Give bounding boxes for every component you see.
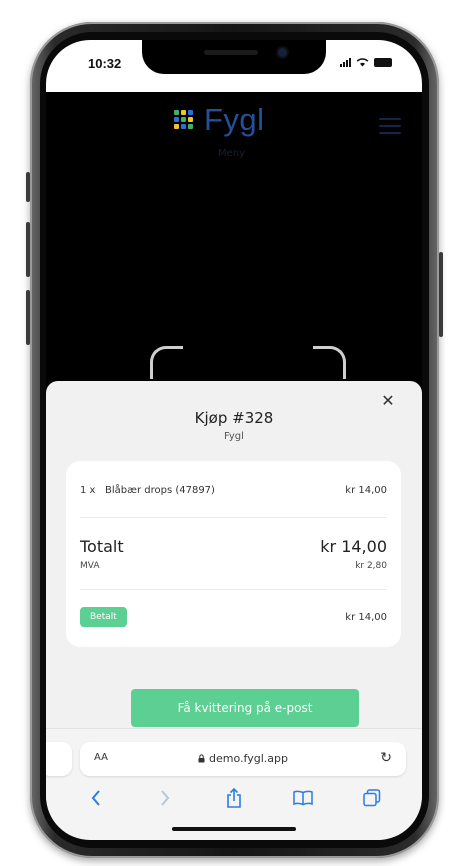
chevron-left-icon [92, 790, 101, 806]
fygl-logo-icon [174, 110, 193, 129]
browser-bar: AA demo.fygl.app ↻ [46, 728, 422, 840]
camera [278, 48, 287, 57]
merchant-name: Fygl [224, 431, 244, 442]
chevron-right-icon [161, 790, 170, 806]
share-icon [227, 788, 241, 808]
url-text: demo.fygl.app [209, 752, 288, 765]
app-subtitle: Meny [218, 148, 246, 159]
divider [80, 589, 387, 590]
volume-down-button [26, 290, 30, 345]
scanner-corner-tl [150, 346, 183, 379]
menu-icon[interactable] [379, 118, 401, 139]
bookmarks-button[interactable] [293, 788, 313, 808]
volume-up-button [26, 222, 30, 277]
phone-screen: 10:32 Fygl Meny ✕ Kjøp #328 Fygl 1 x Blå… [46, 40, 422, 840]
address-bar[interactable]: AA demo.fygl.app ↻ [80, 742, 406, 776]
vat-value: kr 2,80 [355, 561, 387, 571]
wifi-icon [356, 58, 369, 67]
divider [80, 517, 387, 518]
side-button [26, 172, 30, 202]
payment-row: Betalt kr 14,00 [80, 607, 387, 627]
email-receipt-button[interactable]: Få kvittering på e-post [131, 689, 359, 727]
status-icons [340, 57, 392, 67]
home-indicator [172, 827, 296, 831]
total-label: Totalt [80, 537, 124, 556]
battery-icon [374, 57, 392, 67]
previous-tab[interactable] [46, 742, 72, 776]
paid-amount: kr 14,00 [345, 611, 387, 623]
book-icon [293, 790, 313, 806]
address-url: demo.fygl.app [80, 752, 406, 765]
power-button [439, 252, 443, 337]
vat-label: MVA [80, 561, 100, 571]
paid-badge: Betalt [80, 607, 127, 627]
speaker-grille [204, 50, 258, 55]
app-brand-name: Fygl [204, 102, 265, 137]
back-button[interactable] [86, 788, 106, 808]
signal-icon [340, 57, 351, 67]
purchase-title: Kjøp #328 [194, 409, 274, 427]
forward-button[interactable] [155, 788, 175, 808]
vat-row: MVA kr 2,80 [80, 561, 387, 571]
line-item-name: Blåbær drops (47897) [105, 485, 215, 496]
line-item: 1 x Blåbær drops (47897) kr 14,00 [80, 485, 387, 496]
tabs-button[interactable] [362, 788, 382, 808]
lock-icon [198, 754, 205, 763]
scanner-corner-tr [313, 346, 346, 379]
total-value: kr 14,00 [320, 537, 387, 556]
line-item-price: kr 14,00 [345, 485, 387, 496]
line-item-qty: 1 x [80, 485, 96, 496]
receipt-card: 1 x Blåbær drops (47897) kr 14,00 Totalt… [66, 461, 401, 647]
reload-icon[interactable]: ↻ [380, 750, 392, 766]
share-button[interactable] [224, 788, 244, 808]
tabs-icon [362, 789, 380, 807]
total-row: Totalt kr 14,00 [80, 537, 387, 556]
line-item-desc: 1 x Blåbær drops (47897) [80, 485, 215, 496]
status-time: 10:32 [88, 56, 122, 71]
notch [142, 40, 326, 74]
browser-toolbar [46, 787, 422, 809]
close-button[interactable]: ✕ [378, 391, 398, 411]
app-logo[interactable]: Fygl [172, 102, 265, 138]
